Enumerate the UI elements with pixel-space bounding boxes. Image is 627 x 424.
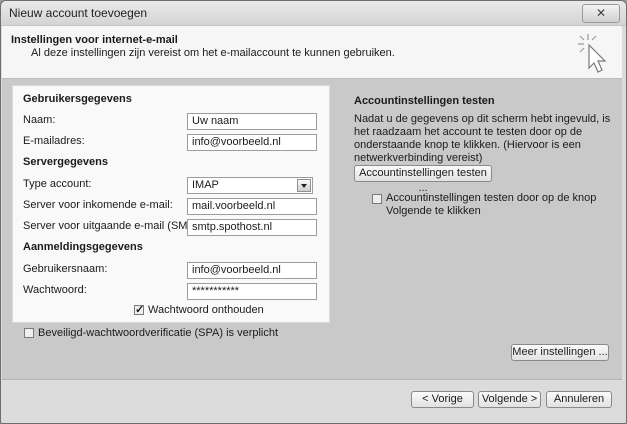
cursor-click-icon xyxy=(578,34,607,73)
remember-password-checkbox[interactable] xyxy=(134,303,144,316)
test-on-next-label-line2[interactable]: Volgende te klikken xyxy=(386,205,481,217)
window-title: Nieuw account toevoegen xyxy=(9,6,148,20)
email-label: E-mailadres: xyxy=(23,135,85,147)
user-info-heading: Gebruikersgegevens xyxy=(23,93,132,105)
email-field[interactable]: info@voorbeeld.nl xyxy=(187,134,317,151)
password-field[interactable]: *********** xyxy=(187,283,317,300)
incoming-server-field[interactable]: mail.voorbeeld.nl xyxy=(187,198,317,215)
dialog-content: Gebruikersgegevens Naam: Uw naam E-maila… xyxy=(2,79,622,379)
username-field[interactable]: info@voorbeeld.nl xyxy=(187,262,317,279)
back-button[interactable]: < Vorige xyxy=(411,391,474,408)
remember-password-label[interactable]: Wachtwoord onthouden xyxy=(148,304,264,316)
outgoing-server-label: Server voor uitgaande e-mail (SMTP): xyxy=(23,220,209,232)
dialog-header: Instellingen voor internet-e-mail Al dez… xyxy=(2,26,622,79)
cancel-button[interactable]: Annuleren xyxy=(546,391,612,408)
close-button[interactable]: ✕ xyxy=(582,4,620,23)
account-type-select[interactable]: IMAP xyxy=(187,177,313,194)
footer-divider xyxy=(2,379,622,380)
test-description: Nadat u de gegevens op dit scherm hebt i… xyxy=(354,113,611,164)
server-info-heading: Servergegevens xyxy=(23,156,108,168)
name-label: Naam: xyxy=(23,114,56,126)
header-subtitle: Al deze instellingen zijn vereist om het… xyxy=(31,47,395,59)
outgoing-server-field[interactable]: smtp.spothost.nl xyxy=(187,219,317,236)
more-settings-button[interactable]: Meer instellingen ... xyxy=(511,344,609,361)
settings-panel: Gebruikersgegevens Naam: Uw naam E-maila… xyxy=(12,85,330,323)
test-on-next-checkbox[interactable] xyxy=(372,194,382,204)
name-field[interactable]: Uw naam xyxy=(187,113,317,130)
test-heading: Accountinstellingen testen xyxy=(354,95,495,107)
test-account-button[interactable]: Accountinstellingen testen ... xyxy=(354,165,492,194)
logon-info-heading: Aanmeldingsgegevens xyxy=(23,241,143,253)
spa-label[interactable]: Beveiligd-wachtwoordverificatie (SPA) is… xyxy=(38,327,278,339)
title-bar: Nieuw account toevoegen ✕ xyxy=(1,1,626,26)
test-on-next-label-line1[interactable]: Accountinstellingen testen door op de kn… xyxy=(386,192,596,204)
password-label: Wachtwoord: xyxy=(23,284,87,296)
username-label: Gebruikersnaam: xyxy=(23,263,108,275)
incoming-server-label: Server voor inkomende e-mail: xyxy=(23,199,173,211)
spa-checkbox[interactable] xyxy=(24,328,34,338)
close-icon: ✕ xyxy=(595,6,607,20)
account-type-label: Type account: xyxy=(23,178,92,190)
account-type-value: IMAP xyxy=(192,179,219,191)
next-button[interactable]: Volgende > xyxy=(478,391,541,408)
header-title: Instellingen voor internet-e-mail xyxy=(11,34,178,46)
dialog-window: Nieuw account toevoegen ✕ Instellingen v… xyxy=(0,0,627,424)
chevron-down-icon[interactable] xyxy=(297,179,311,192)
